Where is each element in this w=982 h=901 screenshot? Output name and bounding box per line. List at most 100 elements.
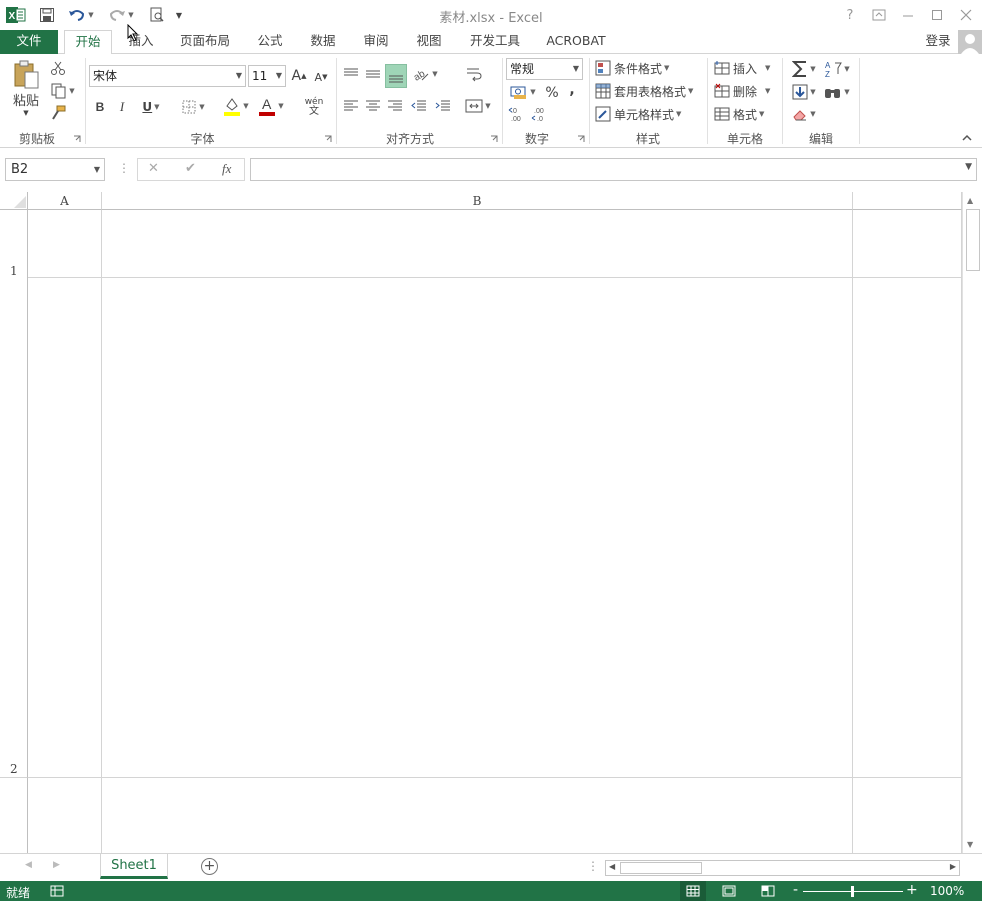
format-painter-icon[interactable]	[49, 104, 67, 122]
phonetic-guide-button[interactable]: wén 文	[298, 94, 330, 120]
conditional-formatting-button[interactable]: 条件格式 ▼	[595, 58, 685, 78]
number-format-combobox[interactable]: 常规 ▼	[506, 58, 583, 80]
autosum-button[interactable]: ▼	[788, 58, 820, 80]
help-button[interactable]: ?	[838, 4, 862, 26]
cell-c3[interactable]	[853, 778, 962, 853]
column-header-a[interactable]: A	[28, 192, 102, 210]
cell-b2[interactable]	[102, 278, 853, 778]
page-layout-view-icon[interactable]	[722, 885, 736, 900]
font-name-combobox[interactable]: 宋体 ▼	[89, 65, 246, 87]
dialog-launcher-icon[interactable]	[72, 134, 82, 144]
shrink-font-button[interactable]: A ▼	[312, 68, 330, 86]
normal-view-icon[interactable]	[680, 881, 706, 901]
merge-center-button[interactable]: ▼	[462, 96, 494, 116]
tab-acrobat[interactable]: ACROBAT	[538, 30, 614, 54]
font-dialog-launcher-icon[interactable]	[323, 134, 333, 144]
cell-c2[interactable]	[853, 278, 962, 778]
cut-icon[interactable]	[49, 59, 67, 77]
bottom-align-icon[interactable]	[385, 64, 407, 88]
comma-style-button[interactable]: ,	[564, 81, 580, 99]
font-color-button[interactable]: A ▼	[255, 95, 287, 117]
zoom-slider-thumb[interactable]	[851, 886, 854, 897]
formula-bar-grip-icon[interactable]: ⋮	[118, 161, 130, 175]
vertical-scrollbar[interactable]: ▲ ▼	[962, 192, 982, 853]
bold-button[interactable]: B	[91, 97, 109, 117]
percent-style-button[interactable]: %	[543, 84, 561, 102]
tab-home[interactable]: 开始	[64, 30, 112, 55]
accounting-format-button[interactable]: ▼	[506, 82, 540, 102]
row-header-3[interactable]	[0, 778, 28, 853]
decrease-indent-icon[interactable]	[408, 96, 430, 116]
italic-button[interactable]: I	[113, 97, 131, 117]
sheet-scroll-left-icon[interactable]: ◀	[25, 860, 32, 870]
collapse-ribbon-icon[interactable]	[960, 132, 974, 144]
insert-function-button[interactable]: fx	[222, 161, 231, 177]
tab-file[interactable]: 文件	[0, 30, 58, 54]
sheet-scroll-right-icon[interactable]: ▶	[53, 860, 60, 870]
copy-button[interactable]: ▼	[49, 82, 77, 100]
scroll-down-icon[interactable]: ▼	[967, 840, 973, 849]
column-header-c[interactable]	[853, 192, 962, 210]
clear-button[interactable]: ▼	[788, 104, 820, 124]
align-center-icon[interactable]	[363, 96, 383, 116]
grow-font-button[interactable]: A ▲	[290, 66, 308, 86]
number-dialog-launcher-icon[interactable]	[576, 134, 586, 144]
cell-b1[interactable]	[102, 210, 853, 278]
align-right-icon[interactable]	[385, 96, 405, 116]
row-header-2[interactable]: 2	[0, 278, 28, 778]
tab-review[interactable]: 审阅	[353, 30, 399, 54]
scroll-up-icon[interactable]: ▲	[967, 196, 973, 205]
tab-insert[interactable]: 插入	[118, 30, 164, 54]
cell-a3[interactable]	[28, 778, 102, 853]
sheet-tab-sheet1[interactable]: Sheet1	[100, 854, 168, 879]
decrease-decimal-icon[interactable]: .00.0	[530, 104, 550, 124]
new-sheet-button[interactable]: +	[201, 858, 218, 875]
column-header-b[interactable]: B	[102, 192, 853, 210]
top-align-icon[interactable]	[341, 64, 361, 84]
vertical-scroll-thumb[interactable]	[966, 209, 980, 271]
borders-button[interactable]: ▼	[176, 97, 210, 117]
fill-button[interactable]: ▼	[788, 82, 820, 102]
tab-page-layout[interactable]: 页面布局	[170, 30, 240, 54]
middle-align-icon[interactable]	[363, 64, 383, 84]
cell-c1[interactable]	[853, 210, 962, 278]
orientation-button[interactable]: ab ▼	[410, 64, 440, 84]
wrap-text-icon[interactable]	[463, 64, 485, 84]
tab-formulas[interactable]: 公式	[247, 30, 293, 54]
alignment-dialog-launcher-icon[interactable]	[489, 134, 499, 144]
zoom-in-button[interactable]: +	[906, 882, 918, 898]
enter-entry-button[interactable]: ✔	[185, 161, 196, 176]
scroll-left-icon[interactable]: ◀	[609, 862, 615, 871]
name-box[interactable]: B2 ▼	[5, 158, 105, 181]
tab-developer[interactable]: 开发工具	[460, 30, 530, 54]
sign-in-link[interactable]: 登录	[920, 30, 956, 54]
cell-a2[interactable]	[28, 278, 102, 778]
sort-filter-button[interactable]: A Z ▼	[822, 58, 852, 80]
format-cells-button[interactable]: 格式 ▼	[714, 104, 770, 124]
insert-cells-button[interactable]: 插入 ▼	[714, 58, 776, 78]
page-break-view-icon[interactable]	[761, 885, 775, 900]
maximize-icon[interactable]	[925, 4, 949, 26]
tab-data[interactable]: 数据	[300, 30, 346, 54]
horizontal-scroll-thumb[interactable]	[620, 862, 702, 874]
zoom-level[interactable]: 100%	[930, 884, 964, 898]
font-size-combobox[interactable]: 11 ▼	[248, 65, 286, 87]
macro-record-icon[interactable]	[50, 885, 64, 900]
select-all-button[interactable]	[0, 192, 28, 210]
minimize-icon[interactable]	[896, 4, 920, 26]
zoom-out-button[interactable]: -	[793, 882, 798, 898]
tab-view[interactable]: 视图	[406, 30, 452, 54]
increase-decimal-icon[interactable]: .0.00	[507, 104, 527, 124]
cell-styles-button[interactable]: 单元格样式 ▼	[595, 104, 691, 124]
close-icon[interactable]	[954, 4, 978, 26]
tab-split-grip-icon[interactable]: ⋮	[587, 859, 599, 873]
ribbon-display-options-icon[interactable]	[867, 4, 891, 26]
delete-cells-button[interactable]: 删除 ▼	[714, 81, 776, 101]
cancel-entry-button[interactable]: ✕	[148, 161, 159, 176]
cell-b3[interactable]	[102, 778, 853, 853]
cell-a1[interactable]	[28, 210, 102, 278]
align-left-icon[interactable]	[341, 96, 361, 116]
scroll-right-icon[interactable]: ▶	[950, 862, 956, 871]
horizontal-scrollbar[interactable]: ◀ ▶	[605, 860, 960, 876]
find-select-button[interactable]: ▼	[822, 82, 852, 102]
